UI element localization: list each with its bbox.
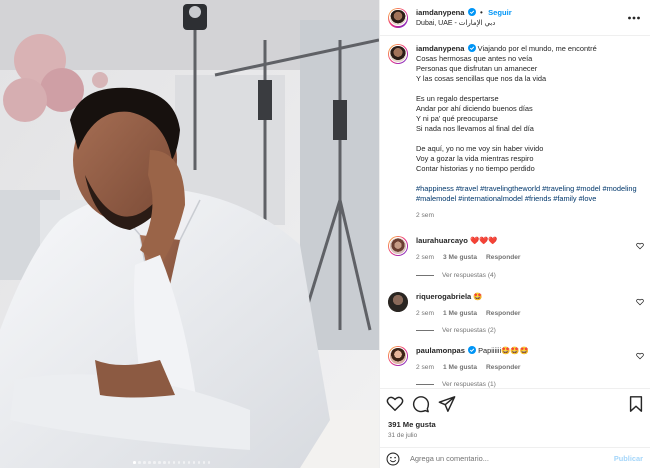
reply-button[interactable]: Responder: [486, 309, 520, 319]
post-caption: iamdanypena Viajando por el mundo, me en…: [388, 44, 643, 221]
more-options-icon[interactable]: [627, 11, 641, 25]
view-replies-button[interactable]: Ver respuestas (2): [416, 327, 496, 334]
post-username[interactable]: iamdanypena: [416, 8, 465, 17]
avatar[interactable]: [388, 346, 408, 366]
post-date[interactable]: 31 de julio: [388, 432, 417, 439]
emoji-icon[interactable]: [386, 452, 400, 466]
heart-icon[interactable]: [386, 395, 404, 413]
post-header: iamdanypena • Seguir Dubai, UAE - دبي ال…: [380, 0, 650, 36]
comment-heart-icon[interactable]: [636, 242, 644, 250]
caption-line: Viajando por el mundo, me encontré: [477, 44, 597, 53]
comment-bubble-icon[interactable]: [412, 395, 430, 413]
comment-text: Papiiiiii🤩🤩🤩: [478, 346, 529, 355]
post-location[interactable]: Dubai, UAE - دبي الإمارات: [416, 18, 512, 29]
carousel-dot[interactable]: [157, 461, 161, 464]
verified-badge-icon: [467, 7, 476, 16]
comment-item: laurahuarcayo ❤️❤️❤️ 2 sem 3 Me gusta Re…: [388, 236, 650, 263]
comment-username[interactable]: laurahuarcayo: [416, 236, 468, 245]
view-replies-button[interactable]: Ver respuestas (1): [416, 381, 496, 388]
carousel-dot[interactable]: [172, 461, 176, 464]
publish-button[interactable]: Publicar: [614, 454, 643, 463]
post-actions: 391 Me gusta 31 de julio Publicar: [380, 388, 650, 468]
verified-badge-icon: [468, 346, 477, 354]
carousel-dot[interactable]: [192, 461, 196, 464]
comment-username[interactable]: riquerogabriela: [416, 292, 471, 301]
carousel-dot[interactable]: [182, 461, 186, 464]
comment-heart-icon[interactable]: [636, 352, 644, 360]
caption-time[interactable]: 2 sem: [416, 211, 643, 221]
carousel-dot[interactable]: [142, 461, 146, 464]
carousel-dot[interactable]: [133, 461, 136, 464]
comment-likes[interactable]: 3 Me gusta: [443, 253, 477, 263]
reply-button[interactable]: Responder: [486, 363, 520, 373]
view-replies-button[interactable]: Ver respuestas (4): [416, 272, 496, 279]
hashtags[interactable]: #happiness #travel #travelingtheworld #t…: [416, 184, 643, 204]
view-replies-label: Ver respuestas (4): [442, 272, 496, 279]
caption-line: Contar historias y no tiempo perdido: [416, 164, 535, 173]
carousel-dot[interactable]: [197, 461, 201, 464]
view-replies-label: Ver respuestas (1): [442, 381, 496, 388]
post-photo[interactable]: [0, 0, 379, 468]
avatar[interactable]: [388, 236, 408, 256]
caption-line: De aquí, yo no me voy sin haber vivido: [416, 144, 544, 153]
verified-badge-icon: [467, 44, 476, 52]
separator: •: [480, 7, 483, 17]
comment-likes[interactable]: 1 Me gusta: [443, 309, 477, 319]
carousel-dots: [133, 461, 211, 464]
avatar[interactable]: [388, 292, 408, 312]
carousel-dot[interactable]: [162, 461, 166, 464]
comment-input[interactable]: [410, 454, 600, 463]
comment-item: paulamonpas Papiiiiii🤩🤩🤩 2 sem 1 Me gust…: [388, 346, 650, 373]
comments-scroll-area[interactable]: iamdanypena Viajando por el mundo, me en…: [380, 36, 650, 388]
comment-composer: Publicar: [380, 447, 650, 468]
comment-time[interactable]: 2 sem: [416, 253, 434, 263]
comment-item: riquerogabriela 🤩 2 sem 1 Me gusta Respo…: [388, 292, 650, 319]
post-details-panel: iamdanypena • Seguir Dubai, UAE - دبي ال…: [379, 0, 650, 468]
caption-line: Y las cosas sencillas que nos da la vida: [416, 74, 547, 83]
photo-image: [0, 0, 379, 468]
likes-count[interactable]: 391 Me gusta: [388, 420, 436, 429]
caption-username[interactable]: iamdanypena: [416, 44, 465, 53]
comment-text: 🤩: [473, 292, 483, 301]
comment-time[interactable]: 2 sem: [416, 309, 434, 319]
carousel-dot[interactable]: [187, 461, 191, 464]
follow-button[interactable]: Seguir: [488, 8, 512, 17]
caption-line: Y ni pa' qué preocuparse: [416, 114, 498, 123]
paper-plane-icon[interactable]: [438, 395, 456, 413]
caption-line: Voy a gozar la vida mientras respiro: [416, 154, 534, 163]
carousel-dot[interactable]: [147, 461, 151, 464]
avatar[interactable]: [388, 7, 408, 28]
carousel-dot[interactable]: [137, 461, 141, 464]
carousel-dot[interactable]: [202, 461, 206, 464]
caption-line: Andar por ahí diciendo buenos días: [416, 104, 533, 113]
comment-time[interactable]: 2 sem: [416, 363, 434, 373]
reply-button[interactable]: Responder: [486, 253, 520, 263]
caption-line: Es un regalo despertarse: [416, 94, 499, 103]
comment-username[interactable]: paulamonpas: [416, 346, 465, 355]
carousel-dot[interactable]: [207, 461, 211, 464]
avatar[interactable]: [388, 44, 408, 64]
carousel-dot[interactable]: [167, 461, 171, 464]
comment-heart-icon[interactable]: [636, 298, 644, 306]
caption-line: Personas que disfrutan un amanecer: [416, 64, 538, 73]
comment-text: ❤️❤️❤️: [469, 236, 498, 245]
carousel-dot[interactable]: [152, 461, 156, 464]
carousel-dot[interactable]: [177, 461, 181, 464]
bookmark-icon[interactable]: [627, 395, 645, 413]
view-replies-label: Ver respuestas (2): [442, 327, 496, 334]
caption-line: Si nada nos llevamos al final del día: [416, 124, 534, 133]
comment-likes[interactable]: 1 Me gusta: [443, 363, 477, 373]
caption-line: Cosas hermosas que antes no veía: [416, 54, 533, 63]
